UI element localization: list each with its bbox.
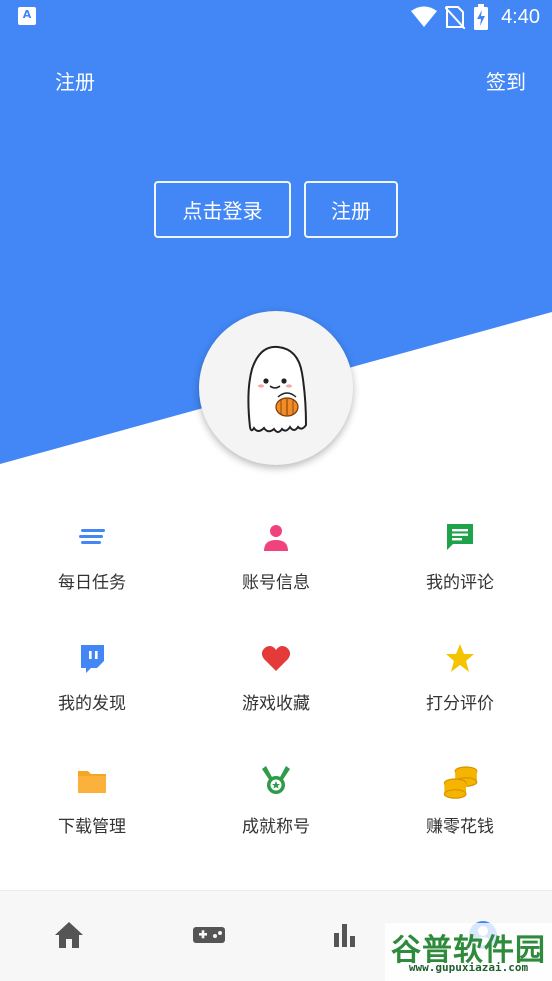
medal-icon	[262, 766, 290, 794]
star-icon	[446, 644, 474, 672]
folder-icon	[78, 771, 106, 793]
heart-icon	[261, 646, 291, 671]
signin-link[interactable]: 签到	[486, 66, 526, 95]
menu-item-daily-tasks[interactable]: 每日任务	[0, 522, 184, 622]
menu-item-label: 下载管理	[58, 817, 126, 837]
menu-item-my-comments[interactable]: 我的评论	[368, 522, 552, 622]
register-button[interactable]: 注册	[304, 181, 398, 238]
ghost-avatar-icon	[247, 345, 308, 433]
login-button[interactable]: 点击登录	[154, 181, 291, 238]
menu-item-label: 每日任务	[58, 573, 126, 593]
menu-item-game-favorites[interactable]: 游戏收藏	[184, 643, 368, 743]
menu-item-earn-money[interactable]: 赚零花钱	[368, 766, 552, 866]
wifi-icon	[411, 6, 438, 27]
menu-item-rate-review[interactable]: 打分评价	[368, 643, 552, 743]
watermark-url: www.gupuxiazai.com	[408, 961, 529, 974]
menu-item-label: 打分评价	[426, 694, 494, 714]
person-icon	[264, 525, 288, 551]
nav-tab-home[interactable]	[0, 891, 138, 981]
coins-icon	[443, 766, 478, 799]
menu-item-label: 我的发现	[58, 694, 126, 714]
battery-charging-icon	[474, 4, 489, 30]
register-link[interactable]: 注册	[55, 66, 95, 95]
list-lines-icon	[79, 529, 105, 544]
avatar[interactable]	[199, 311, 353, 465]
menu-item-label: 赚零花钱	[426, 817, 494, 837]
nav-tab-games[interactable]	[138, 891, 276, 981]
menu-item-label: 我的评论	[426, 573, 494, 593]
gamepad-icon	[193, 927, 225, 943]
app-notification-icon: A	[18, 7, 36, 25]
comment-icon	[447, 524, 473, 550]
menu-item-label: 游戏收藏	[242, 694, 310, 714]
twitch-icon	[81, 645, 104, 673]
status-time: 4:40	[501, 5, 540, 28]
home-icon	[55, 922, 83, 948]
status-bar: A 4:40	[0, 0, 552, 34]
menu-item-account-info[interactable]: 账号信息	[184, 522, 368, 622]
menu-item-my-discoveries[interactable]: 我的发现	[0, 643, 184, 743]
menu-item-download-manager[interactable]: 下载管理	[0, 766, 184, 866]
bar-chart-icon	[334, 924, 355, 947]
no-sim-icon	[445, 6, 466, 29]
watermark: 谷普软件园 www.gupuxiazai.com	[385, 923, 552, 981]
menu-item-label: 成就称号	[242, 817, 310, 837]
menu-item-label: 账号信息	[242, 573, 310, 593]
menu-item-achievements[interactable]: 成就称号	[184, 766, 368, 866]
